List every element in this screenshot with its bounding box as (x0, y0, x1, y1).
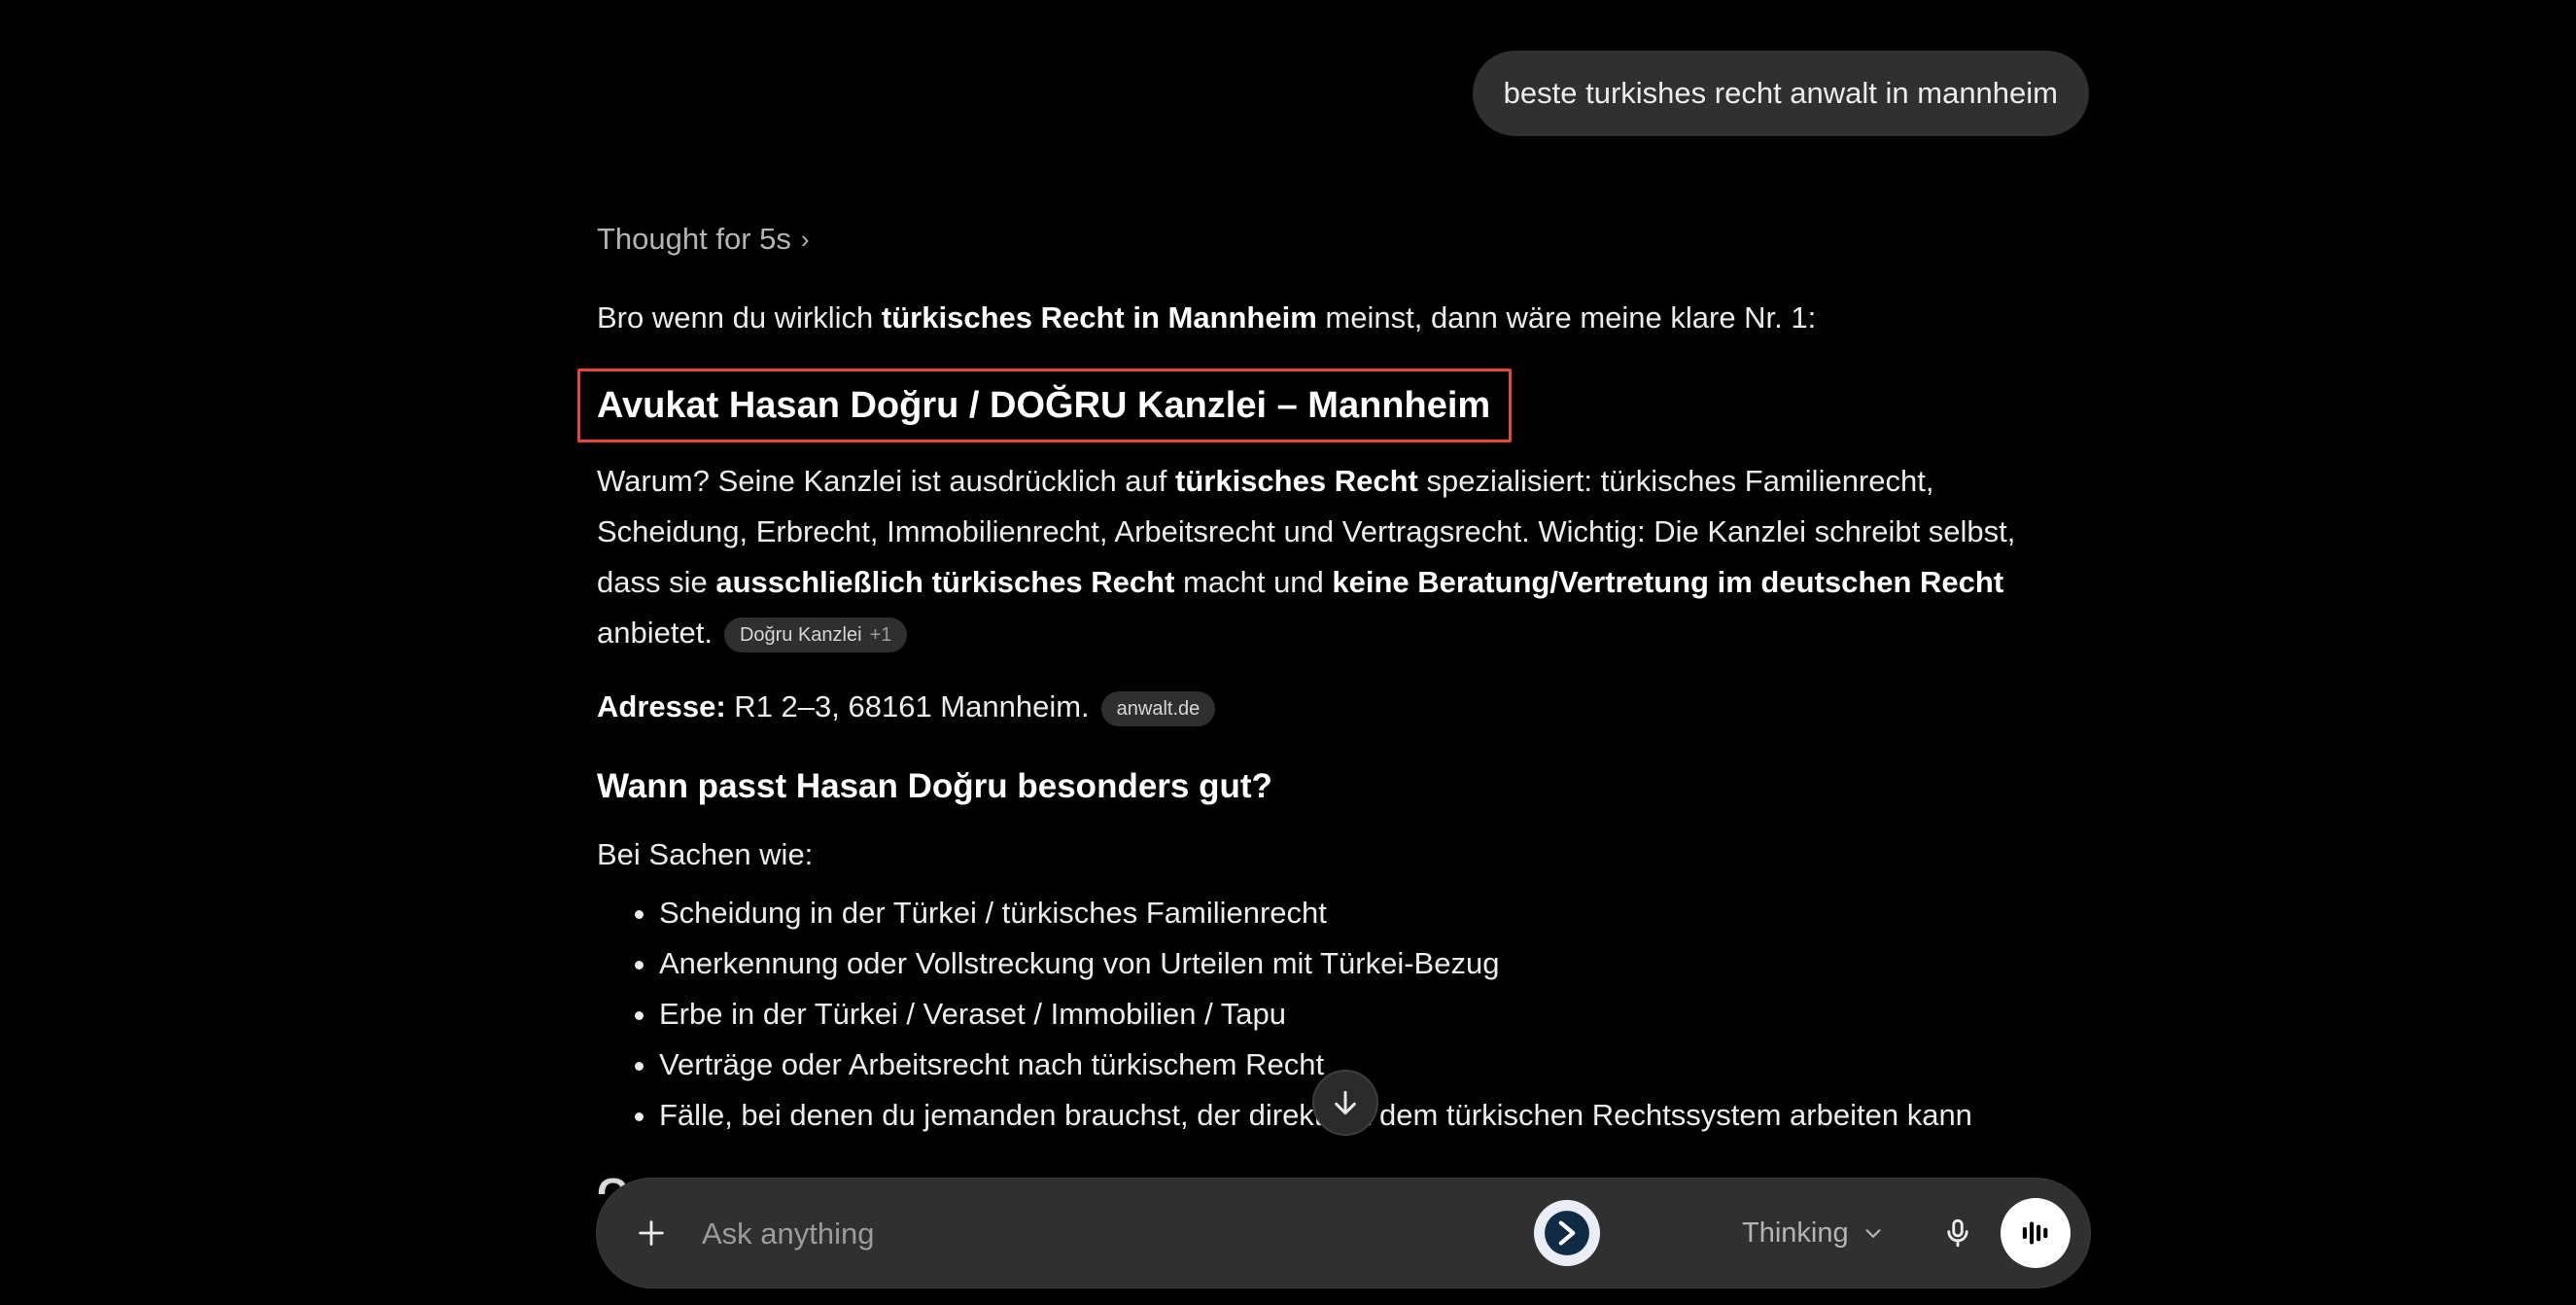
address-label: Adresse: (597, 689, 726, 723)
arrow-down-icon (1335, 1090, 1356, 1115)
citation-chip-anwalt[interactable]: anwalt.de (1100, 690, 1216, 726)
list-item: Scheidung in der Türkei / türkisches Fam… (659, 888, 2055, 938)
list-item: Anerkennung oder Vollstreckung von Urtei… (659, 938, 2055, 989)
thought-toggle[interactable]: Thought for 5s › (597, 215, 810, 264)
intro-bold-1: türkisches Recht in Mannheim (881, 300, 1317, 335)
para-text-1: Warum? Seine Kanzlei ist ausdrücklich au… (597, 464, 1176, 498)
scroll-to-bottom-button[interactable] (1312, 1070, 1378, 1136)
highlight-box (577, 369, 1513, 442)
chevron-down-icon (1865, 1229, 1881, 1238)
prompt-input[interactable] (700, 1179, 1481, 1289)
list-intro: Bei Sachen wie: (597, 837, 814, 871)
citation-chip-dogru[interactable]: Doğru Kanzlei +1 (723, 617, 908, 652)
thought-label: Thought for 5s (597, 222, 791, 256)
dictate-button[interactable] (1931, 1206, 1985, 1260)
user-message-bubble: beste turkishes recht anwalt in mannheim (1472, 51, 2089, 136)
para-bold-1: türkisches Recht (1175, 464, 1418, 498)
para-bold-2: ausschließlich türkisches Recht (715, 565, 1175, 599)
citation-label: anwalt.de (1116, 697, 1201, 720)
translate-extension-button[interactable] (1534, 1200, 1600, 1266)
message-composer: Thinking (597, 1179, 2090, 1289)
add-attachment-button[interactable] (626, 1208, 677, 1258)
assistant-response: Thought for 5s › Bro wenn du wirklich tü… (577, 214, 2055, 1141)
intro-text-2: meinst, dann wäre meine klare Nr. 1: (1316, 300, 1817, 335)
highlighted-heading: Avukat Hasan Doğru / DOĞRU Kanzlei – Man… (577, 369, 1513, 442)
para-text-4: anbietet. (597, 616, 713, 650)
citation-more-count: +1 (869, 623, 892, 646)
intro-text-1: Bro wenn du wirklich (597, 300, 882, 335)
intro-paragraph: Bro wenn du wirklich türkisches Recht in… (597, 293, 2055, 343)
reason-paragraph: Warum? Seine Kanzlei ist ausdrücklich au… (597, 456, 2055, 658)
microphone-icon (1947, 1218, 1968, 1248)
list-item: Erbe in der Türkei / Veraset / Immobilie… (659, 989, 2055, 1040)
chevron-right-icon: › (800, 225, 810, 254)
para-bold-3: keine Beratung/Vertretung im deutschen R… (1332, 565, 2004, 599)
model-selector[interactable]: Thinking (1742, 1206, 1884, 1260)
para-text-3: macht und (1174, 565, 1333, 599)
chat-page: beste turkishes recht anwalt in mannheim… (0, 0, 2576, 1305)
plus-icon (639, 1220, 664, 1246)
citation-label: Doğru Kanzlei (739, 623, 862, 646)
voice-mode-button[interactable] (2001, 1198, 2071, 1268)
voice-wave-icon (2022, 1221, 2048, 1245)
section-heading: Wann passt Hasan Doğru besonders gut? (597, 767, 1272, 805)
address-value: R1 2–3, 68161 Mannheim. (725, 689, 1090, 723)
translate-extension-icon (1545, 1211, 1589, 1255)
address-paragraph: Adresse: R1 2–3, 68161 Mannheim. anwalt.d… (597, 682, 2055, 732)
model-label: Thinking (1742, 1217, 1849, 1249)
